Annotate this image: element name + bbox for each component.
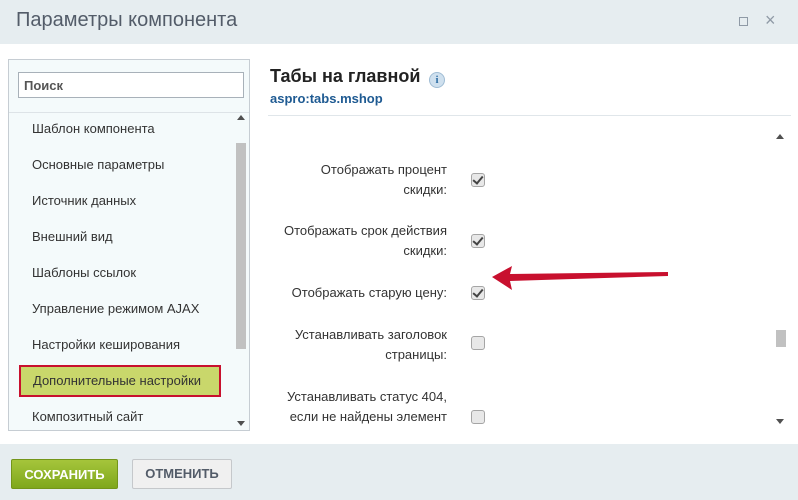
checkbox-discount-period[interactable] bbox=[471, 234, 485, 248]
checkbox-old-price[interactable] bbox=[471, 286, 485, 300]
sidebar-item-additional-settings[interactable]: Дополнительные настройки bbox=[19, 365, 221, 397]
component-code: aspro:tabs.mshop bbox=[270, 91, 383, 106]
sidebar-item-data-source[interactable]: Источник данных bbox=[19, 186, 232, 216]
sidebar-item-ajax-mode[interactable]: Управление режимом AJAX bbox=[19, 294, 232, 324]
sidebar-item-composite-site[interactable]: Композитный сайт bbox=[19, 402, 232, 430]
sidebar-item-appearance[interactable]: Внешний вид bbox=[19, 222, 232, 252]
checkbox-status-404[interactable] bbox=[471, 410, 485, 424]
scrollbar-thumb[interactable] bbox=[236, 143, 246, 349]
scroll-down-icon[interactable] bbox=[237, 421, 245, 426]
settings-scrollbar[interactable] bbox=[772, 132, 790, 428]
dialog-titlebar[interactable]: Параметры компонента × bbox=[0, 0, 798, 44]
setting-label-status-404: Устанавливать статус 404, если не найден… bbox=[287, 389, 447, 424]
save-button[interactable]: СОХРАНИТЬ bbox=[11, 459, 118, 489]
maximize-icon[interactable] bbox=[737, 15, 749, 27]
close-icon[interactable]: × bbox=[765, 11, 777, 29]
dialog-footer: СОХРАНИТЬ ОТМЕНИТЬ bbox=[0, 444, 798, 500]
scrollbar-thumb[interactable] bbox=[776, 330, 786, 347]
check-icon bbox=[472, 173, 484, 185]
dialog-content: Шаблон компонента Основные параметры Ист… bbox=[0, 44, 798, 444]
divider bbox=[268, 115, 791, 116]
checkbox-page-title[interactable] bbox=[471, 336, 485, 350]
check-icon bbox=[472, 234, 484, 246]
sidebar-scrollbar[interactable] bbox=[233, 113, 249, 430]
annotation-arrow-icon bbox=[492, 266, 668, 290]
scroll-up-icon[interactable] bbox=[776, 134, 784, 139]
sidebar-item-url-templates[interactable]: Шаблоны ссылок bbox=[19, 258, 232, 288]
checkbox-discount-percent[interactable] bbox=[471, 173, 485, 187]
arrow-shape bbox=[492, 266, 668, 290]
scroll-up-icon[interactable] bbox=[237, 115, 245, 120]
dialog-title: Параметры компонента bbox=[16, 9, 238, 31]
sidebar-item-template[interactable]: Шаблон компонента bbox=[19, 114, 232, 144]
sidebar-list: Шаблон компонента Основные параметры Ист… bbox=[9, 113, 233, 430]
component-parameters-dialog: Параметры компонента × Шаблон компонента… bbox=[0, 0, 798, 500]
setting-label-discount-period: Отображать срок действия скидки: bbox=[283, 223, 447, 258]
scroll-down-icon[interactable] bbox=[776, 419, 784, 424]
info-icon[interactable]: i bbox=[429, 72, 445, 88]
check-icon bbox=[472, 286, 484, 298]
sidebar: Шаблон компонента Основные параметры Ист… bbox=[8, 59, 250, 431]
search-input[interactable] bbox=[18, 72, 244, 98]
cancel-button[interactable]: ОТМЕНИТЬ bbox=[132, 459, 232, 489]
setting-label-discount-percent: Отображать процент скидки: bbox=[320, 162, 447, 197]
sidebar-item-cache-settings[interactable]: Настройки кеширования bbox=[19, 330, 232, 360]
component-title: Табы на главной bbox=[270, 66, 421, 86]
setting-label-old-price: Отображать старую цену: bbox=[291, 285, 447, 300]
setting-label-page-title: Устанавливать заголовок страницы: bbox=[294, 327, 447, 362]
sidebar-item-basic-params[interactable]: Основные параметры bbox=[19, 150, 232, 180]
